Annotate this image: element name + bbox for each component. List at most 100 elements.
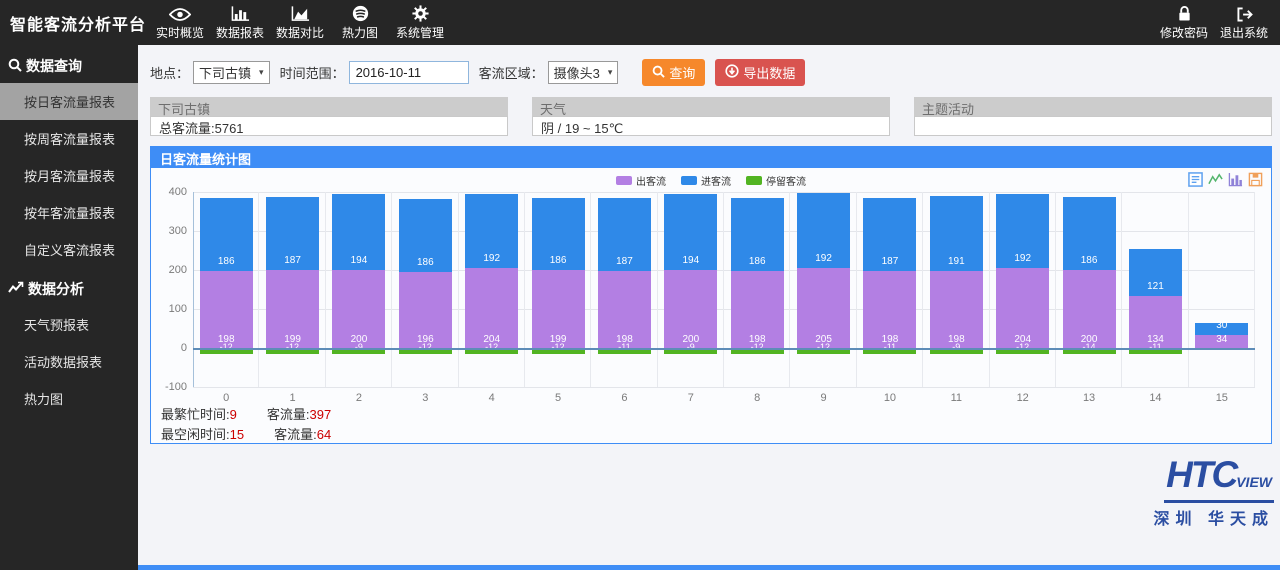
- x-axis-tick-label: 14: [1122, 392, 1188, 404]
- location-summary-panel: 下司古镇 总客流量:5761: [150, 97, 508, 136]
- gridline: [193, 192, 1255, 193]
- gridline: [325, 192, 326, 387]
- nav-item-label: 数据对比: [276, 24, 324, 41]
- bar-value-label: -12: [392, 342, 458, 352]
- x-axis-tick-label: 9: [790, 392, 856, 404]
- bar-value-label: 121: [1122, 281, 1188, 292]
- y-axis-line: [193, 192, 194, 387]
- bar-value-label: 187: [259, 255, 325, 266]
- filter-bar: 地点： 下司古镇 时间范围： 客流区域： 摄像头3 查询 导出数据: [150, 59, 1272, 86]
- y-axis-tick-label: 200: [155, 264, 187, 276]
- area-chart-icon: [291, 4, 310, 22]
- gridline: [922, 192, 923, 387]
- histogram-icon[interactable]: [1228, 172, 1243, 187]
- legend-label: 停留客流: [766, 173, 806, 188]
- bar-value-label: 194: [326, 255, 392, 266]
- weather-value: 阴 / 19 ~ 15℃: [532, 116, 890, 136]
- camera-select[interactable]: 摄像头3: [548, 61, 619, 84]
- sidebar-item[interactable]: 热力图: [0, 380, 138, 417]
- x-axis-tick-label: 11: [923, 392, 989, 404]
- date-input[interactable]: [349, 61, 469, 84]
- logout-icon: [1236, 4, 1253, 22]
- legend-swatch: [681, 176, 697, 185]
- gear-icon: [412, 4, 429, 22]
- gridline: [657, 192, 658, 387]
- nav-right-menu: 修改密码退出系统: [1154, 0, 1280, 45]
- x-axis-tick-label: 5: [525, 392, 591, 404]
- nav-item-label: 退出系统: [1220, 24, 1268, 41]
- heatmap-icon: [352, 4, 369, 22]
- sidebar-item[interactable]: 天气预报表: [0, 306, 138, 343]
- legend-item[interactable]: 停留客流: [746, 173, 806, 188]
- plot-area: 4003002001000-100186198-120187199-121194…: [193, 192, 1255, 387]
- sidebar-item[interactable]: 按周客流量报表: [0, 120, 138, 157]
- chart-body: 出客流进客流停留客流 4003002001000-100186198-12018…: [150, 167, 1272, 444]
- x-axis-tick-label: 10: [857, 392, 923, 404]
- gridline: [193, 387, 1255, 388]
- panel-title: 主题活动: [914, 97, 1272, 116]
- total-flow-value: 总客流量:5761: [150, 116, 508, 136]
- main-content: 地点： 下司古镇 时间范围： 客流区域： 摄像头3 查询 导出数据 下司古镇 总…: [138, 45, 1280, 570]
- search-icon: [8, 58, 22, 75]
- bar-value-label: -11: [857, 342, 923, 352]
- gridline: [524, 192, 525, 387]
- nav-item[interactable]: 数据对比: [270, 0, 330, 45]
- x-axis-tick-label: 13: [1056, 392, 1122, 404]
- bar-value-label: -12: [259, 342, 325, 352]
- gridline: [723, 192, 724, 387]
- bar-value-label: 194: [658, 255, 724, 266]
- legend-item[interactable]: 出客流: [616, 173, 666, 188]
- y-axis-tick-label: 400: [155, 186, 187, 198]
- chart-title: 日客流量统计图: [150, 146, 1272, 167]
- gridline: [789, 192, 790, 387]
- export-data-button[interactable]: 导出数据: [715, 59, 805, 86]
- gridline: [590, 192, 591, 387]
- nav-item-label: 修改密码: [1160, 24, 1208, 41]
- sidebar-section-title: 数据分析: [0, 268, 138, 306]
- bar-value-label: 186: [525, 255, 591, 266]
- nav-menu: 实时概览数据报表数据对比热力图系统管理: [150, 0, 450, 45]
- y-axis-tick-label: 300: [155, 225, 187, 237]
- sidebar-item[interactable]: 按月客流量报表: [0, 157, 138, 194]
- nav-item[interactable]: 系统管理: [390, 0, 450, 45]
- sidebar-item[interactable]: 按年客流量报表: [0, 194, 138, 231]
- top-navbar: 智能客流分析平台 实时概览数据报表数据对比热力图系统管理 修改密码退出系统: [0, 0, 1280, 45]
- busiest-flow-value: 397: [309, 407, 331, 422]
- nav-item[interactable]: 热力图: [330, 0, 390, 45]
- download-icon: [725, 64, 739, 81]
- nav-item[interactable]: 修改密码: [1154, 0, 1214, 45]
- chart-stats: 最繁忙时间:9客流量:397 最空闲时间:15客流量:64: [161, 405, 331, 445]
- data-view-icon[interactable]: [1188, 172, 1203, 187]
- location-label: 地点：: [150, 63, 189, 82]
- bar-value-label: 187: [857, 256, 923, 267]
- htcview-logo: HTCVIEW 深圳 华天成: [1154, 458, 1274, 529]
- y-axis-tick-label: -100: [155, 381, 187, 393]
- sidebar-item[interactable]: 活动数据报表: [0, 343, 138, 380]
- nav-item-label: 数据报表: [216, 24, 264, 41]
- query-button[interactable]: 查询: [642, 59, 705, 86]
- bar-value-label: -12: [990, 342, 1056, 352]
- save-image-icon[interactable]: [1248, 172, 1263, 187]
- search-icon: [652, 65, 665, 81]
- bar-value-label: 186: [392, 257, 458, 268]
- bar-value-label: -9: [923, 342, 989, 352]
- sidebar-item[interactable]: 按日客流量报表: [0, 83, 138, 120]
- trend-chart-icon[interactable]: [1208, 172, 1223, 187]
- legend-item[interactable]: 进客流: [681, 173, 731, 188]
- chart-legend: 出客流进客流 停留客流: [616, 173, 806, 188]
- nav-item[interactable]: 实时概览: [150, 0, 210, 45]
- x-axis-tick-label: 4: [459, 392, 525, 404]
- app-title: 智能客流分析平台: [0, 0, 150, 45]
- x-axis-tick-label: 15: [1189, 392, 1255, 404]
- nav-item[interactable]: 退出系统: [1214, 0, 1274, 45]
- sidebar-item[interactable]: 自定义客流报表: [0, 231, 138, 268]
- x-axis-tick-label: 12: [990, 392, 1056, 404]
- gridline: [458, 192, 459, 387]
- location-select[interactable]: 下司古镇: [193, 61, 270, 84]
- nav-item[interactable]: 数据报表: [210, 0, 270, 45]
- bar-value-label: -12: [790, 342, 856, 352]
- zero-axis-line: [193, 348, 1255, 350]
- bar-value-label: -12: [724, 342, 790, 352]
- x-axis-tick-label: 8: [724, 392, 790, 404]
- bar-value-label: 186: [193, 256, 259, 267]
